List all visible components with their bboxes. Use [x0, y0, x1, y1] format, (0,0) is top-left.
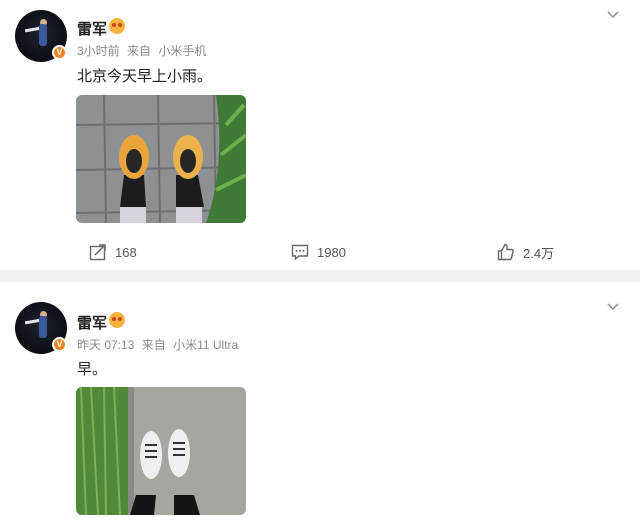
comment-button[interactable]: 1980 [291, 241, 346, 263]
post-card[interactable]: V 雷军 昨天 07:13 来自 小米11 Ultra 早。 [0, 282, 640, 525]
post-meta: 昨天 07:13 来自 小米11 Ultra [77, 336, 242, 353]
post-card[interactable]: V 雷军 3小时前 来自 小米手机 北京今天早上小雨。 168 1980 2.4… [0, 0, 640, 270]
author-name[interactable]: 雷军 [77, 312, 107, 333]
post-image[interactable] [76, 95, 246, 223]
member-badge-icon[interactable] [109, 312, 125, 328]
post-time[interactable]: 昨天 07:13 [77, 338, 134, 352]
repost-button[interactable]: 168 [89, 241, 137, 263]
chevron-down-icon[interactable] [606, 300, 620, 314]
member-badge-icon[interactable] [109, 18, 125, 34]
chevron-down-icon[interactable] [606, 8, 620, 22]
like-button[interactable]: 2.4万 [497, 241, 554, 263]
source-prefix: 来自 [141, 338, 166, 352]
source-prefix: 来自 [127, 44, 152, 58]
comment-icon [291, 244, 309, 261]
repost-icon [89, 244, 106, 261]
comment-count: 1980 [317, 244, 346, 260]
like-icon [497, 243, 514, 261]
author-name[interactable]: 雷军 [77, 18, 107, 39]
post-time[interactable]: 3小时前 [77, 44, 120, 58]
post-source[interactable]: 小米11 Ultra [173, 338, 238, 352]
verified-badge-icon: V [52, 45, 67, 60]
post-text: 早。 [77, 361, 108, 378]
post-meta: 3小时前 来自 小米手机 [77, 42, 210, 59]
like-count: 2.4万 [523, 245, 555, 261]
post-source[interactable]: 小米手机 [158, 44, 206, 58]
post-text: 北京今天早上小雨。 [77, 68, 213, 85]
verified-badge-icon: V [52, 337, 67, 352]
post-image[interactable] [76, 387, 246, 515]
repost-count: 168 [115, 244, 137, 260]
feed-divider [0, 270, 640, 282]
